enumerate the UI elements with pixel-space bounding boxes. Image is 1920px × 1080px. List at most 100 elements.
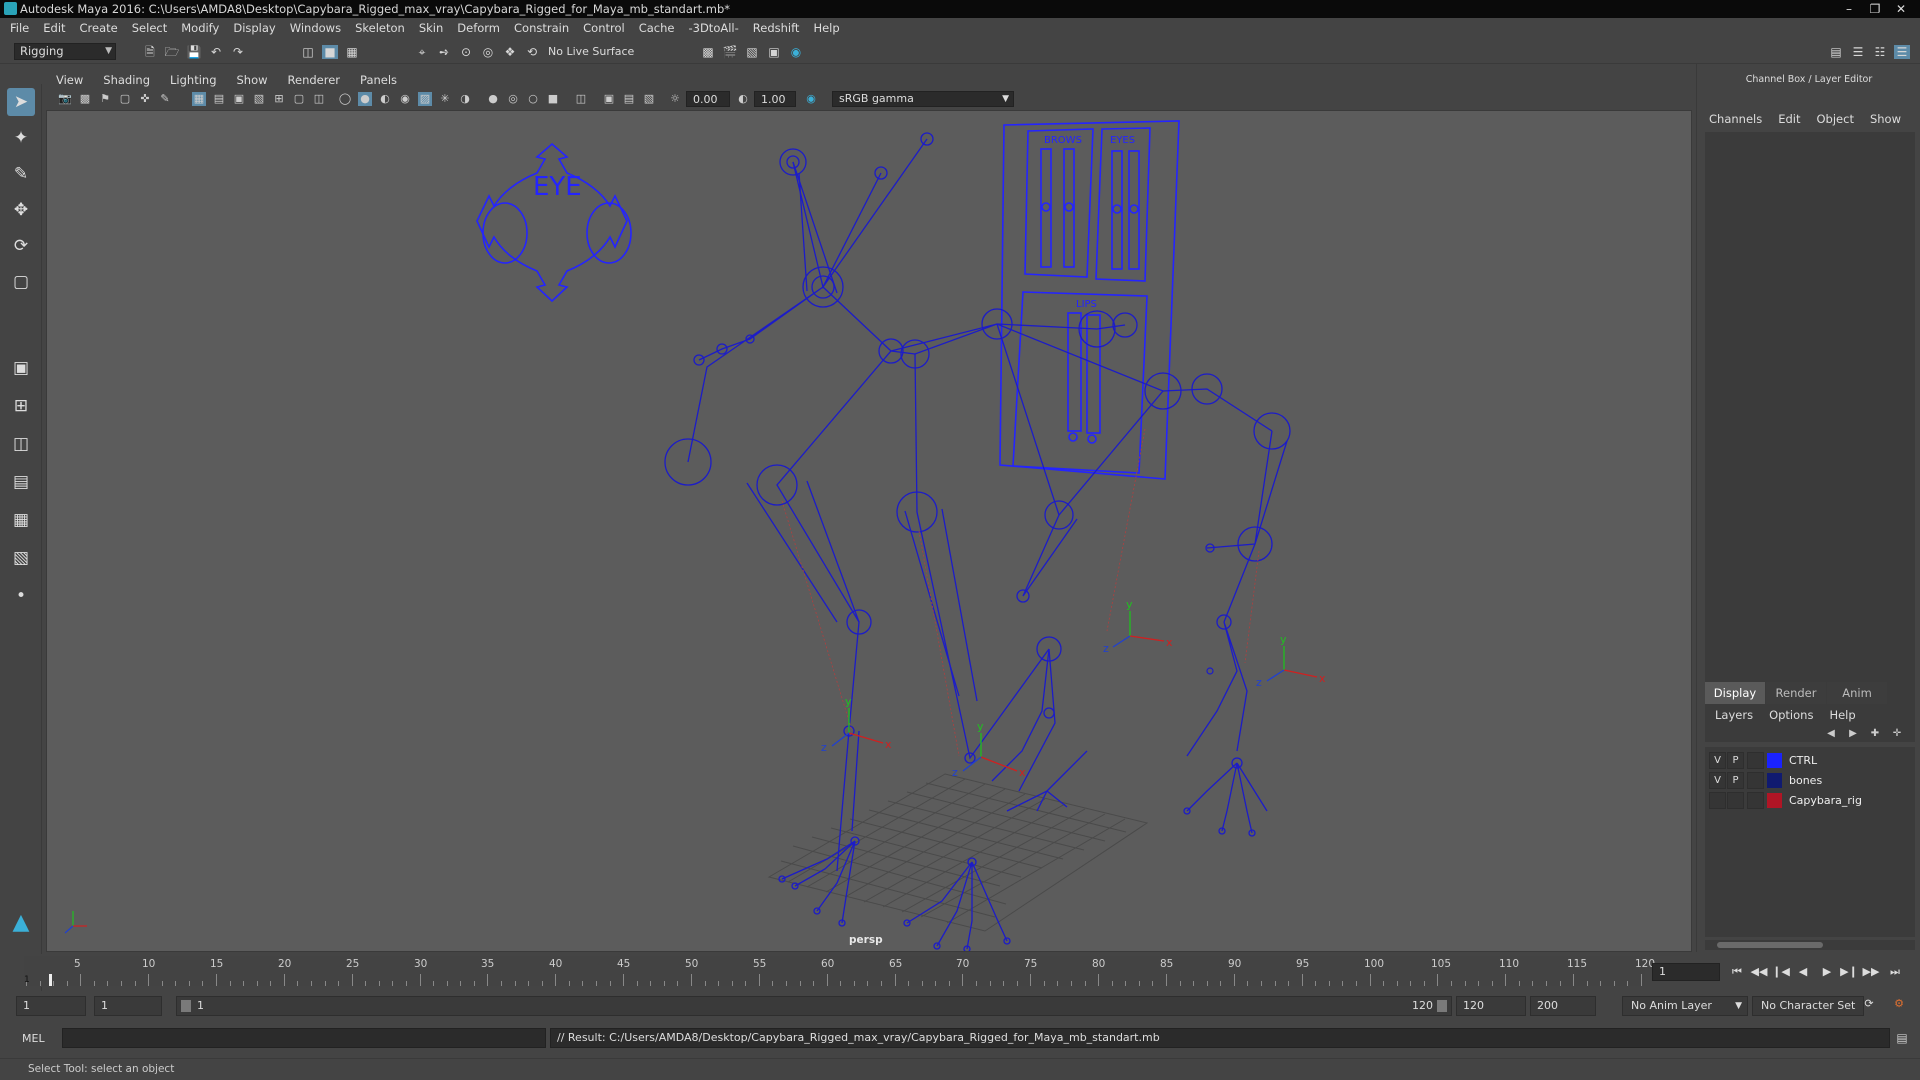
isolate-select-icon[interactable]: ◫	[574, 92, 588, 106]
cb-menu-channels[interactable]: Channels	[1709, 112, 1762, 126]
snap-point-icon[interactable]: ⊙	[458, 45, 474, 59]
scale-tool-icon[interactable]: ▢	[7, 268, 35, 296]
layer-name[interactable]: CTRL	[1789, 754, 1817, 767]
panel-menu-shading[interactable]: Shading	[103, 73, 150, 87]
gamma-icon[interactable]: ◐	[736, 92, 750, 106]
play-forwards-icon[interactable]: ▶	[1818, 965, 1836, 979]
channel-box-area[interactable]	[1705, 132, 1915, 742]
render-settings-icon[interactable]: ▣	[766, 45, 782, 59]
use-default-material-icon[interactable]: ◐	[378, 92, 392, 106]
attribute-editor-icon[interactable]: ☰	[1850, 45, 1866, 59]
le-menu-help[interactable]: Help	[1829, 708, 1855, 722]
layer-visibility-toggle[interactable]: V	[1709, 772, 1726, 789]
menu-create[interactable]: Create	[80, 21, 118, 35]
select-hierarchy-icon[interactable]: ◫	[300, 45, 316, 59]
two-pane-side-layout-icon[interactable]: ◫	[7, 430, 35, 458]
save-scene-icon[interactable]: 💾	[186, 45, 202, 59]
open-scene-icon[interactable]: 🗁	[164, 45, 180, 59]
layer-visibility-toggle[interactable]	[1709, 792, 1726, 809]
snap-surface-icon[interactable]: ❖	[502, 45, 518, 59]
make-live-icon[interactable]: ⟲	[524, 45, 540, 59]
range-end-handle[interactable]	[1437, 1000, 1447, 1012]
safe-title-icon[interactable]: ◫	[312, 92, 326, 106]
use-all-lights-icon[interactable]: ✳	[438, 92, 452, 106]
resolution-gate-icon[interactable]: ▣	[232, 92, 246, 106]
film-gate-icon[interactable]: ▤	[212, 92, 226, 106]
menu-display[interactable]: Display	[233, 21, 275, 35]
gamma-field[interactable]: 1.00	[754, 91, 796, 107]
wireframe-on-shaded-icon[interactable]: ◉	[398, 92, 412, 106]
go-to-start-icon[interactable]: ⏮	[1728, 965, 1746, 979]
lasso-tool-icon[interactable]: ✦	[7, 124, 35, 152]
wireframe-icon[interactable]: ◯	[338, 92, 352, 106]
layer-editor-scrollbar[interactable]	[1705, 940, 1915, 950]
panel-menu-renderer[interactable]: Renderer	[288, 73, 341, 87]
minimize-icon[interactable]: –	[1836, 0, 1862, 18]
play-backwards-icon[interactable]: ◀	[1794, 965, 1812, 979]
animation-prefs-icon[interactable]: ⚙	[1890, 997, 1908, 1011]
render-frame-icon[interactable]: 🎬	[722, 45, 738, 59]
exposure-icon[interactable]: ☼	[668, 92, 682, 106]
tab-display[interactable]: Display	[1705, 682, 1765, 704]
screen-space-ao-icon[interactable]: ●	[486, 92, 500, 106]
move-tool-icon[interactable]: ✥	[7, 196, 35, 224]
select-tool-icon[interactable]: ➤	[7, 88, 35, 116]
animation-end-field[interactable]: 200	[1530, 996, 1596, 1016]
xray-joints-icon[interactable]: ▧	[642, 92, 656, 106]
outliner-persp-layout-icon[interactable]: ▦	[7, 506, 35, 534]
step-forward-frame-icon[interactable]: ▶❙	[1840, 965, 1858, 979]
camera-select-icon[interactable]: 📷	[58, 92, 72, 106]
menu-constrain[interactable]: Constrain	[514, 21, 569, 35]
layer-row[interactable]: V P bones	[1705, 771, 1915, 790]
panel-menu-panels[interactable]: Panels	[360, 73, 397, 87]
menu-3dtoall[interactable]: -3DtoAll-	[688, 21, 738, 35]
menu-help[interactable]: Help	[813, 21, 839, 35]
render-view-icon[interactable]: ▩	[700, 45, 716, 59]
layer-visibility-toggle[interactable]: V	[1709, 752, 1726, 769]
modeling-toolkit-icon[interactable]: ▤	[1828, 45, 1844, 59]
anti-aliasing-icon[interactable]: ○	[526, 92, 540, 106]
shadows-icon[interactable]: ◑	[458, 92, 472, 106]
layer-color-swatch[interactable]	[1767, 793, 1782, 808]
menu-file[interactable]: File	[10, 21, 29, 35]
menu-redshift[interactable]: Redshift	[753, 21, 800, 35]
new-layer-icon[interactable]: ✚	[1867, 728, 1883, 740]
layer-display-type-toggle[interactable]	[1747, 792, 1764, 809]
select-component-icon[interactable]: ▦	[344, 45, 360, 59]
capybara-skeleton[interactable]	[664, 132, 1291, 952]
menu-skeleton[interactable]: Skeleton	[355, 21, 405, 35]
le-menu-options[interactable]: Options	[1769, 708, 1813, 722]
panel-menu-show[interactable]: Show	[237, 73, 268, 87]
view-transform-dropdown[interactable]: sRGB gamma ▼	[832, 91, 1014, 107]
tab-anim[interactable]: Anim	[1827, 682, 1887, 704]
layer-color-swatch[interactable]	[1767, 773, 1782, 788]
menu-select[interactable]: Select	[132, 21, 167, 35]
step-back-key-icon[interactable]: ◀◀	[1750, 965, 1768, 979]
custom-layout-icon[interactable]: •	[7, 582, 35, 610]
exposure-field[interactable]: 0.00	[686, 91, 730, 107]
graph-persp-layout-icon[interactable]: ▧	[7, 544, 35, 572]
current-time-marker[interactable]	[49, 974, 52, 986]
two-pane-stacked-layout-icon[interactable]: ▤	[7, 468, 35, 496]
ipr-render-icon[interactable]: ▧	[744, 45, 760, 59]
character-set-dropdown[interactable]: No Character Set	[1752, 996, 1864, 1016]
current-frame-field[interactable]: 1	[1652, 963, 1720, 981]
animation-start-field[interactable]: 1	[16, 996, 86, 1016]
select-object-icon[interactable]: ■	[322, 45, 338, 59]
xray-active-components-icon[interactable]: ▤	[622, 92, 636, 106]
safe-action-icon[interactable]: ▢	[292, 92, 306, 106]
scrollbar-thumb[interactable]	[1717, 942, 1823, 948]
persp-viewport[interactable]: EYE BROWS EYES LIPS y x z y x z y x z y …	[46, 110, 1692, 952]
menu-windows[interactable]: Windows	[290, 21, 341, 35]
maximize-icon[interactable]: ❐	[1862, 0, 1888, 18]
layer-playback-toggle[interactable]: P	[1727, 752, 1744, 769]
rotate-tool-icon[interactable]: ⟳	[7, 232, 35, 260]
panel-menu-lighting[interactable]: Lighting	[170, 73, 216, 87]
go-to-end-icon[interactable]: ⏭	[1886, 965, 1904, 979]
grid-icon[interactable]: ▦	[192, 92, 206, 106]
menu-cache[interactable]: Cache	[639, 21, 675, 35]
move-layer-down-icon[interactable]: ▶	[1845, 728, 1861, 740]
menu-skin[interactable]: Skin	[419, 21, 443, 35]
time-slider-track[interactable]: 5 10 15 20 25 30 35 40 45 50 55 60 65 70 75 80 85 90 95 100…	[24, 956, 1655, 986]
field-chart-icon[interactable]: ⊞	[272, 92, 286, 106]
